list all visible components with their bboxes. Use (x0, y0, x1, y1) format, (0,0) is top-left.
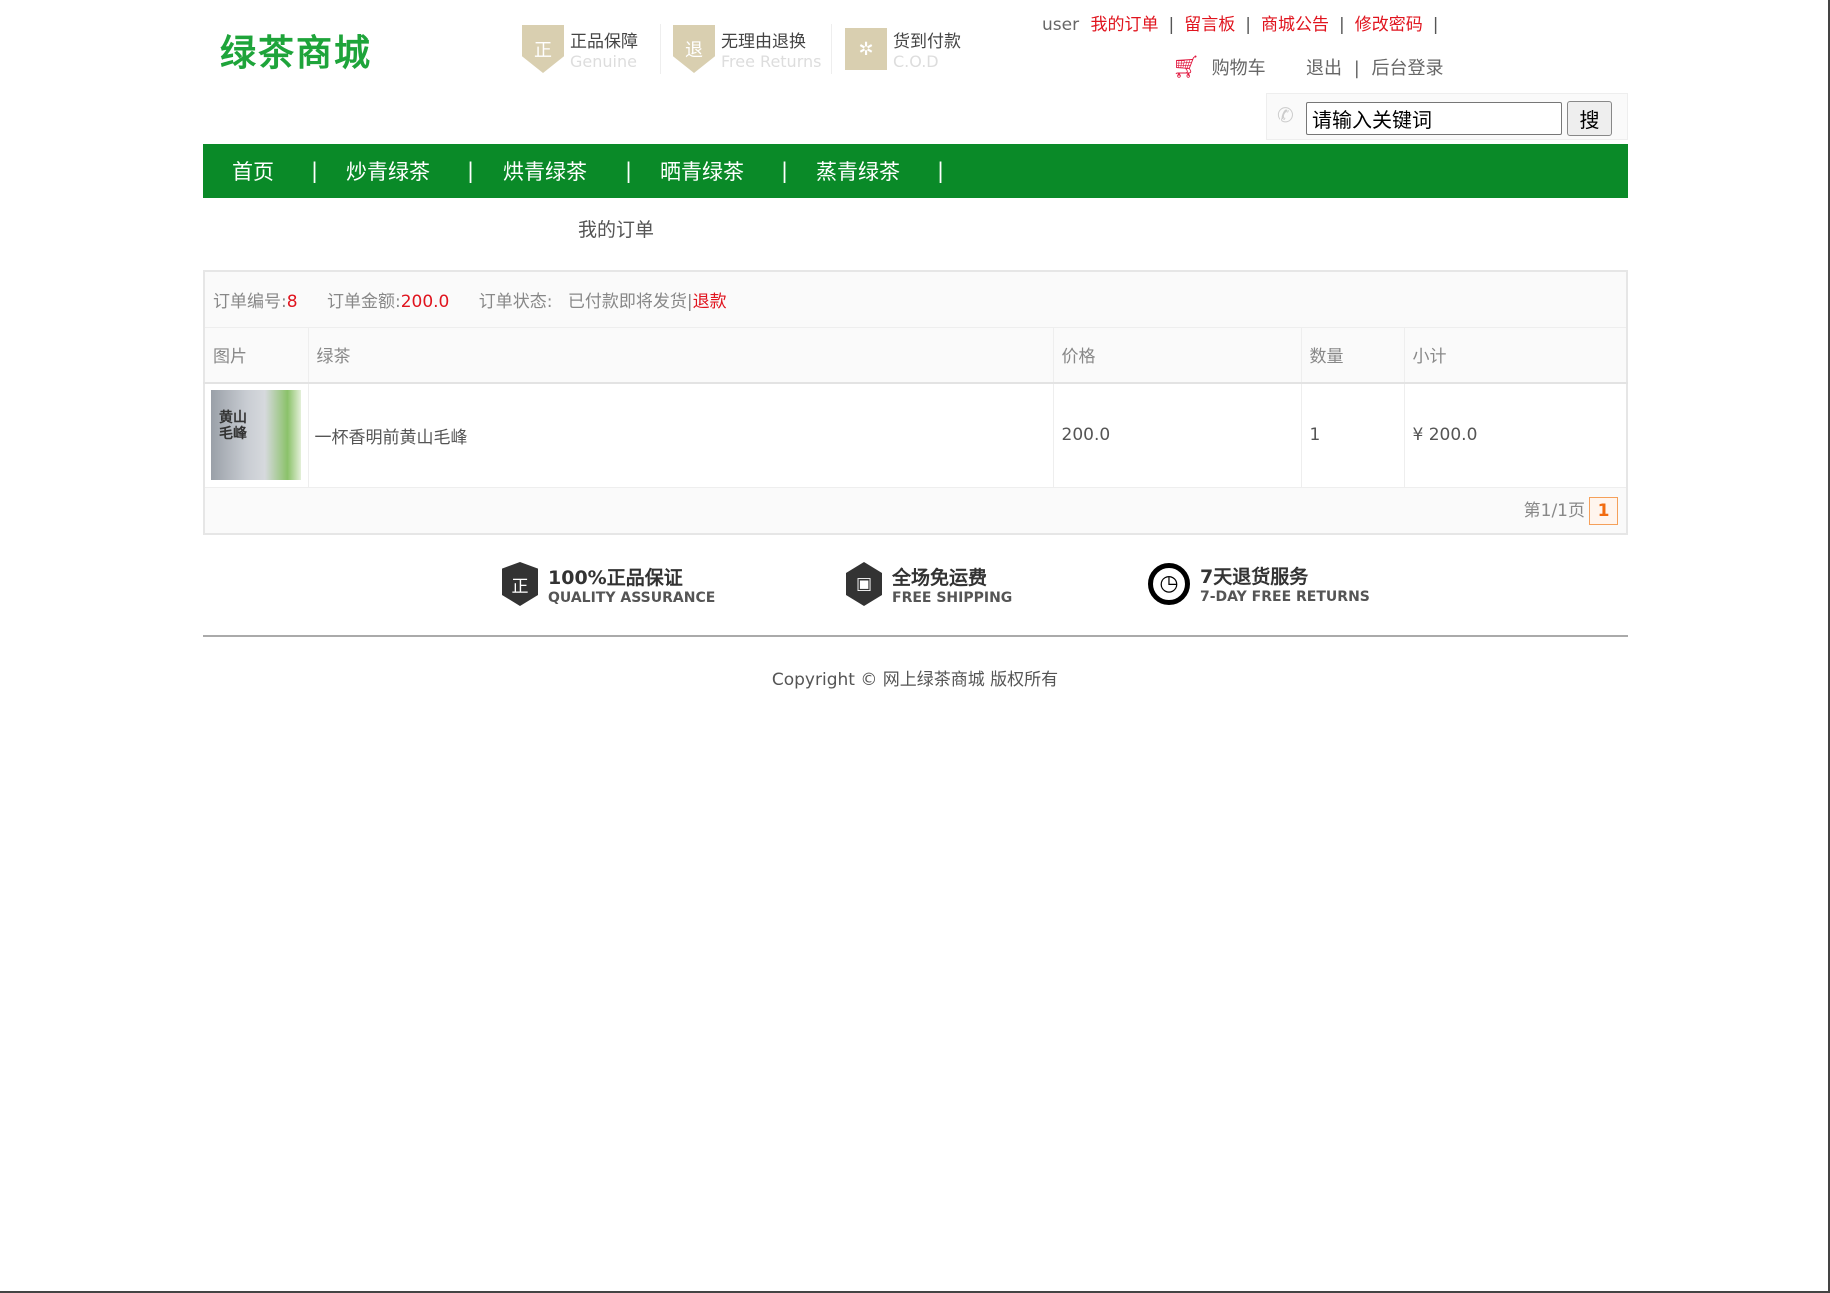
table-row: 黄山毛峰 一杯香明前黄山毛峰 200.0 1 ¥ 200.0 (204, 383, 1627, 487)
separator: | (1339, 15, 1345, 35)
nav-home[interactable]: 首页 (232, 156, 274, 186)
col-image: 图片 (204, 327, 308, 383)
refund-link[interactable]: 退款 (693, 292, 727, 312)
copyright: Copyright © 网上绿茶商城 版权所有 (0, 665, 1830, 690)
col-price: 价格 (1053, 327, 1301, 383)
order-id-label: 订单编号: (213, 292, 287, 312)
cart-link[interactable]: 🛒︎ 购物车 (1172, 54, 1266, 80)
divider (831, 24, 832, 74)
feature-subtitle: 7-DAY FREE RETURNS (1200, 589, 1370, 605)
badge-cod: ✲ 货到付款C.O.D (845, 24, 961, 74)
feature-subtitle: QUALITY ASSURANCE (548, 590, 715, 606)
nav-separator: | (467, 159, 474, 183)
feature-title: 7天退货服务 (1200, 562, 1370, 589)
col-quantity: 数量 (1301, 327, 1404, 383)
feature-title: 100%正品保证 (548, 563, 715, 590)
footer-divider (203, 635, 1628, 637)
cart-icon: 🛒︎ (1172, 55, 1200, 80)
order-amount-label: 订单金额: (327, 292, 401, 312)
separator: | (1433, 15, 1439, 35)
badge-title: 货到付款 (893, 27, 961, 52)
link-message-board[interactable]: 留言板 (1184, 15, 1235, 35)
search-bar: ✆ 搜 (1266, 93, 1628, 140)
badge-title: 正品保障 (570, 27, 638, 52)
feature-subtitle: FREE SHIPPING (892, 590, 1012, 606)
badge-genuine: 正 正品保障Genuine (522, 24, 638, 74)
nav-separator: | (311, 159, 318, 183)
phone-icon: ✆ (1277, 103, 1294, 127)
divider (660, 24, 661, 74)
feature-quality: 正 100%正品保证QUALITY ASSURANCE (502, 562, 715, 606)
nav-chaoqing[interactable]: 炒青绿茶 (346, 156, 430, 186)
product-price: 200.0 (1053, 383, 1301, 487)
badge-subtitle: Free Returns (721, 52, 821, 71)
cart-label: 购物车 (1212, 58, 1266, 79)
badge-subtitle: Genuine (570, 52, 638, 71)
product-quantity: 1 (1301, 383, 1404, 487)
nav-separator: | (781, 159, 788, 183)
username: user (1042, 15, 1079, 35)
pagination-row: 第1/1页1 (204, 487, 1627, 534)
link-my-orders[interactable]: 我的订单 (1091, 15, 1159, 35)
product-image[interactable]: 黄山毛峰 (211, 390, 301, 480)
order-amount: 200.0 (401, 292, 450, 312)
order-status: 已付款即将发货| (568, 292, 693, 312)
nav-separator: | (937, 159, 944, 183)
table-header: 图片 绿茶 价格 数量 小计 (204, 327, 1627, 383)
badge-subtitle: C.O.D (893, 52, 961, 71)
product-image-label: 黄山毛峰 (219, 410, 259, 442)
separator: | (1245, 15, 1251, 35)
nav-zhengqing[interactable]: 蒸青绿茶 (816, 156, 900, 186)
search-button[interactable]: 搜 (1567, 101, 1612, 136)
page-title: 我的订单 (578, 215, 654, 242)
feature-shipping: ▣ 全场免运费FREE SHIPPING (846, 562, 1012, 606)
link-announcements[interactable]: 商城公告 (1261, 15, 1329, 35)
order-info-row: 订单编号:8 订单金额:200.0 订单状态: 已付款即将发货|退款 (204, 271, 1627, 327)
gift-icon: ✲ (845, 28, 887, 70)
col-tea: 绿茶 (308, 327, 1053, 383)
nav-hongqing[interactable]: 烘青绿茶 (503, 156, 587, 186)
product-name[interactable]: 一杯香明前黄山毛峰 (308, 383, 1053, 487)
site-logo[interactable]: 绿茶商城 (220, 24, 372, 76)
feature-returns: ◷ 7天退货服务7-DAY FREE RETURNS (1148, 562, 1370, 605)
separator: | (1354, 58, 1360, 79)
main-nav: 首页 | 炒青绿茶 | 烘青绿茶 | 晒青绿茶 | 蒸青绿茶 | (203, 144, 1628, 198)
account-links: 退出 | 后台登录 (1306, 54, 1444, 80)
logout-link[interactable]: 退出 (1306, 58, 1342, 79)
feature-title: 全场免运费 (892, 563, 1012, 590)
badge-title: 无理由退换 (721, 27, 821, 52)
shield-icon: 正 (522, 25, 564, 73)
col-subtotal: 小计 (1404, 327, 1627, 383)
product-subtotal: ¥ 200.0 (1404, 383, 1627, 487)
page-button-1[interactable]: 1 (1589, 497, 1618, 525)
link-change-password[interactable]: 修改密码 (1355, 15, 1423, 35)
shield-icon: 正 (502, 562, 538, 606)
clock-icon: ◷ (1148, 563, 1190, 605)
nav-separator: | (625, 159, 632, 183)
nav-shaiqing[interactable]: 晒青绿茶 (660, 156, 744, 186)
order-id: 8 (287, 292, 298, 312)
top-links: user 我的订单 | 留言板 | 商城公告 | 修改密码 | (1042, 10, 1448, 35)
box-icon: ▣ (846, 562, 882, 606)
order-status-label: 订单状态: (479, 292, 553, 312)
page-info: 第1/1页 (1524, 501, 1585, 521)
order-table: 订单编号:8 订单金额:200.0 订单状态: 已付款即将发货|退款 图片 绿茶… (203, 270, 1628, 535)
shield-icon: 退 (673, 25, 715, 73)
admin-login-link[interactable]: 后台登录 (1372, 58, 1444, 79)
search-input[interactable] (1306, 102, 1562, 135)
badge-returns: 退 无理由退换Free Returns (673, 24, 821, 74)
separator: | (1169, 15, 1175, 35)
